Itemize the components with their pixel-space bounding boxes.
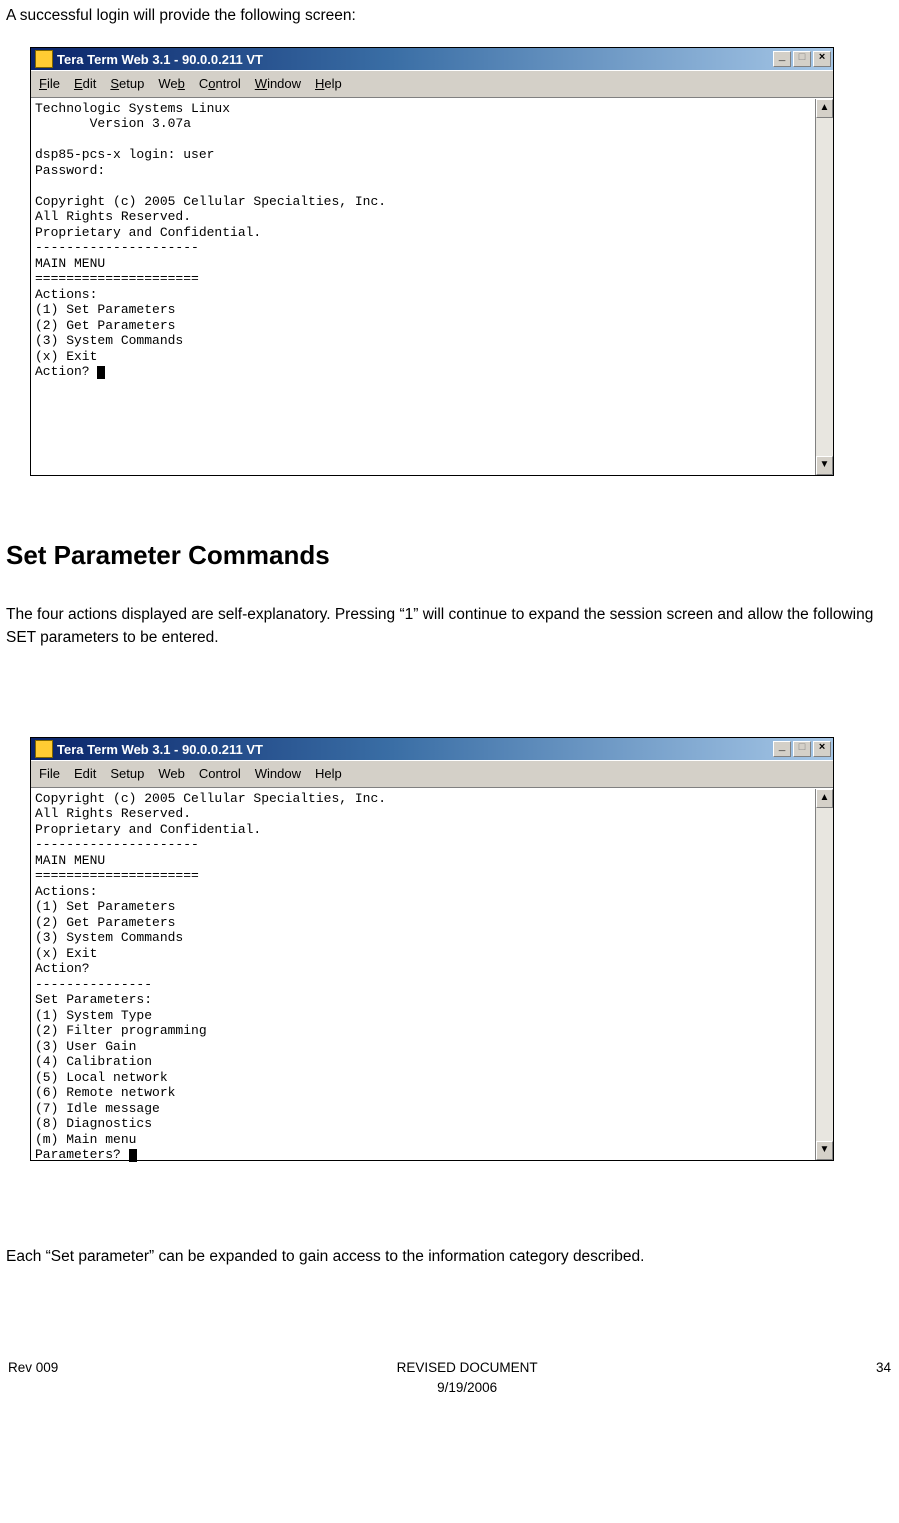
scroll-track[interactable]: [816, 118, 833, 456]
menu-web[interactable]: Web: [158, 764, 185, 784]
menu-control[interactable]: Control: [199, 74, 241, 94]
scroll-down-button[interactable]: ▼: [816, 1141, 833, 1160]
teraterm-window-2: Tera Term Web 3.1 - 90.0.0.211 VT _ □ × …: [30, 737, 834, 1161]
menu-setup[interactable]: Setup: [110, 764, 144, 784]
titlebar: Tera Term Web 3.1 - 90.0.0.211 VT _ □ ×: [31, 738, 833, 760]
cursor-icon: [129, 1149, 137, 1162]
vertical-scrollbar[interactable]: ▲ ▼: [815, 789, 833, 1160]
section-paragraph: The four actions displayed are self-expl…: [6, 603, 893, 650]
menubar: File Edit Setup Web Control Window Help: [31, 70, 833, 98]
vertical-scrollbar[interactable]: ▲ ▼: [815, 99, 833, 475]
window-title: Tera Term Web 3.1 - 90.0.0.211 VT: [57, 50, 771, 70]
menu-window[interactable]: Window: [255, 74, 301, 94]
menu-help[interactable]: Help: [315, 74, 342, 94]
menu-window[interactable]: Window: [255, 764, 301, 784]
menu-edit[interactable]: Edit: [74, 764, 96, 784]
menu-file[interactable]: File: [39, 74, 60, 94]
scroll-up-button[interactable]: ▲: [816, 789, 833, 808]
footer-center-line1: REVISED DOCUMENT: [397, 1360, 538, 1375]
scroll-up-button[interactable]: ▲: [816, 99, 833, 118]
teraterm-window-1: Tera Term Web 3.1 - 90.0.0.211 VT _ □ × …: [30, 47, 834, 476]
menu-web[interactable]: Web: [158, 74, 185, 94]
menu-help[interactable]: Help: [315, 764, 342, 784]
terminal-output: Technologic Systems Linux Version 3.07a …: [31, 99, 816, 475]
app-icon: [35, 740, 53, 758]
cursor-icon: [97, 366, 105, 379]
footer-page: 34: [876, 1358, 891, 1399]
menu-control[interactable]: Control: [199, 764, 241, 784]
terminal-text: Technologic Systems Linux Version 3.07a …: [35, 101, 386, 380]
terminal-area: Copyright (c) 2005 Cellular Specialties,…: [31, 788, 833, 1160]
maximize-button[interactable]: □: [793, 741, 811, 757]
minimize-button[interactable]: _: [773, 741, 791, 757]
titlebar: Tera Term Web 3.1 - 90.0.0.211 VT _ □ ×: [31, 48, 833, 70]
scroll-down-button[interactable]: ▼: [816, 456, 833, 475]
maximize-button[interactable]: □: [793, 51, 811, 67]
close-button[interactable]: ×: [813, 741, 831, 757]
scroll-track[interactable]: [816, 808, 833, 1141]
minimize-button[interactable]: _: [773, 51, 791, 67]
page-footer: Rev 009 REVISED DOCUMENT 9/19/2006 34: [6, 1358, 893, 1405]
menu-setup[interactable]: Setup: [110, 74, 144, 94]
closing-paragraph: Each “Set parameter” can be expanded to …: [6, 1245, 893, 1268]
close-button[interactable]: ×: [813, 51, 831, 67]
app-icon: [35, 50, 53, 68]
footer-center: REVISED DOCUMENT 9/19/2006: [397, 1358, 538, 1399]
footer-rev: Rev 009: [8, 1358, 58, 1399]
menu-file[interactable]: File: [39, 764, 60, 784]
menu-edit[interactable]: Edit: [74, 74, 96, 94]
window-title: Tera Term Web 3.1 - 90.0.0.211 VT: [57, 740, 771, 760]
terminal-output: Copyright (c) 2005 Cellular Specialties,…: [31, 789, 816, 1160]
terminal-text: Copyright (c) 2005 Cellular Specialties,…: [35, 791, 386, 1163]
footer-center-line2: 9/19/2006: [437, 1380, 497, 1395]
intro-text: A successful login will provide the foll…: [6, 4, 893, 27]
menubar: File Edit Setup Web Control Window Help: [31, 760, 833, 788]
section-heading: Set Parameter Commands: [6, 536, 893, 575]
terminal-area: Technologic Systems Linux Version 3.07a …: [31, 98, 833, 475]
